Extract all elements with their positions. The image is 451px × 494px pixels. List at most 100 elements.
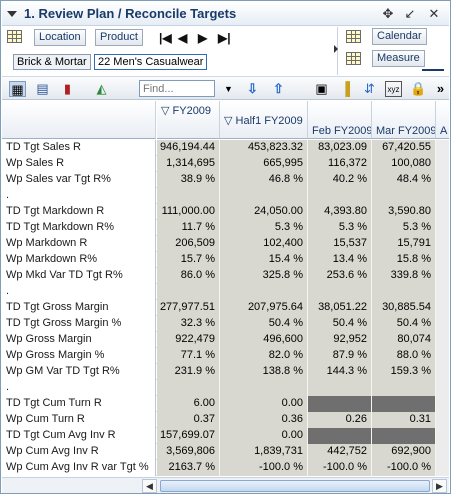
data-cell[interactable] [308,428,372,444]
row-label[interactable]: . [2,380,156,396]
data-cell[interactable] [436,412,449,428]
data-cell[interactable]: 87.9 % [308,348,372,364]
data-cell[interactable] [372,284,436,300]
data-cell[interactable] [436,220,449,236]
data-cell[interactable] [436,348,449,364]
data-cell[interactable]: 30,885.54 [372,300,436,316]
data-cell[interactable]: -100.0 % [372,460,436,476]
data-cell[interactable]: 0.00 [220,428,308,444]
data-cell[interactable]: 5.3 % [372,220,436,236]
data-cell[interactable] [436,396,449,412]
data-cell[interactable]: 0.00 [220,396,308,412]
data-cell[interactable]: 946,194.44 [157,140,220,156]
data-cell[interactable]: 15.7 % [157,252,220,268]
data-cell[interactable]: 207,975.64 [220,300,308,316]
data-cell[interactable]: 1,839,731 [220,444,308,460]
data-cell[interactable]: 157,699.07 [157,428,220,444]
data-cell[interactable]: -100.0 % [308,460,372,476]
row-label[interactable]: Wp Cum Avg Inv R [2,444,156,460]
data-cell[interactable] [372,428,436,444]
data-cell[interactable]: 6.00 [157,396,220,412]
collapse-triangle-icon[interactable] [7,11,17,17]
data-cell[interactable] [157,284,220,300]
location-button[interactable]: Location [34,29,86,46]
data-cell[interactable]: 496,600 [220,332,308,348]
data-cell[interactable]: 138.8 % [220,364,308,380]
data-cell[interactable]: 15,537 [308,236,372,252]
data-cell[interactable]: 83,023.09 [308,140,372,156]
data-cell[interactable]: 15.4 % [220,252,308,268]
column-header[interactable]: ▽ FY2009 [157,101,220,139]
find-dropdown-icon[interactable]: ▼ [220,81,237,97]
data-cell[interactable]: 665,995 [220,156,308,172]
close-icon[interactable]: ✕ [426,6,442,22]
data-cell[interactable] [436,204,449,220]
row-label[interactable]: TD Tgt Gross Margin [2,300,156,316]
data-cell[interactable]: 144.3 % [308,364,372,380]
data-cell[interactable]: -100.0 % [220,460,308,476]
product-button[interactable]: Product [95,29,143,46]
data-cell[interactable] [372,380,436,396]
data-cell[interactable] [372,188,436,204]
data-cell[interactable]: 111,000.00 [157,204,220,220]
data-cell[interactable]: 38.9 % [157,172,220,188]
data-cell[interactable]: 0.37 [157,412,220,428]
data-cell[interactable] [436,332,449,348]
panel-arrow-icon[interactable] [334,45,338,53]
data-cell[interactable] [220,380,308,396]
data-cell[interactable]: 922,479 [157,332,220,348]
data-cell[interactable]: 88.0 % [372,348,436,364]
ruler-icon[interactable]: ▐ [337,81,354,97]
data-cell[interactable]: 24,050.00 [220,204,308,220]
measure-button[interactable]: Measure [372,50,425,67]
find-down-arrow-icon[interactable]: ⇩ [244,81,261,97]
panel-splitter[interactable] [422,69,444,73]
row-label[interactable]: . [2,284,156,300]
row-label[interactable]: Wp Gross Margin % [2,348,156,364]
format-icon[interactable]: ▣ [313,81,330,97]
data-cell[interactable]: 5.3 % [308,220,372,236]
next-page-icon[interactable]: ▶ [198,31,207,45]
data-cell[interactable]: 0.31 [372,412,436,428]
data-cell[interactable]: 4,393.80 [308,204,372,220]
row-label[interactable]: Wp Sales R [2,156,156,172]
column-header[interactable]: ▽ Half1 FY2009 [220,101,308,139]
data-cell[interactable]: 325.8 % [220,268,308,284]
data-cell[interactable] [436,316,449,332]
data-cell[interactable]: 50.4 % [220,316,308,332]
data-cell[interactable] [308,284,372,300]
data-cell[interactable]: 1,314,695 [157,156,220,172]
chart-view-icon[interactable]: ▤ [34,81,51,97]
data-cell[interactable]: 32.3 % [157,316,220,332]
data-cell[interactable] [157,380,220,396]
data-cell[interactable] [436,172,449,188]
data-cell[interactable] [436,188,449,204]
more-options-icon[interactable]: » [432,81,449,97]
row-label[interactable]: Wp Markdown R [2,236,156,252]
data-cell[interactable]: 77.1 % [157,348,220,364]
bar-chart-icon[interactable]: ▮ [59,81,76,97]
scroll-left-icon[interactable]: ◀ [142,479,157,493]
row-label[interactable]: TD Tgt Cum Avg Inv R [2,428,156,444]
data-cell[interactable] [436,156,449,172]
data-cell[interactable]: 13.4 % [308,252,372,268]
data-cell[interactable]: 159.3 % [372,364,436,380]
lock-icon[interactable]: 🔒 [410,81,427,97]
data-cell[interactable]: 692,900 [372,444,436,460]
row-label[interactable]: TD Tgt Cum Turn R [2,396,156,412]
data-cell[interactable]: 46.8 % [220,172,308,188]
calendar-button[interactable]: Calendar [372,28,427,45]
data-cell[interactable] [436,444,449,460]
measure-grid-icon[interactable] [346,52,361,65]
data-cell[interactable]: 40.2 % [308,172,372,188]
data-cell[interactable] [308,396,372,412]
spreadsheet-view-icon[interactable]: ▦ [9,81,26,97]
data-cell[interactable]: 453,823.32 [220,140,308,156]
data-cell[interactable] [436,236,449,252]
data-cell[interactable]: 80,074 [372,332,436,348]
data-cell[interactable]: 0.26 [308,412,372,428]
data-cell[interactable]: 231.9 % [157,364,220,380]
data-cell[interactable]: 339.8 % [372,268,436,284]
row-label[interactable]: TD Tgt Markdown R [2,204,156,220]
find-up-arrow-icon[interactable]: ⇧ [270,81,287,97]
